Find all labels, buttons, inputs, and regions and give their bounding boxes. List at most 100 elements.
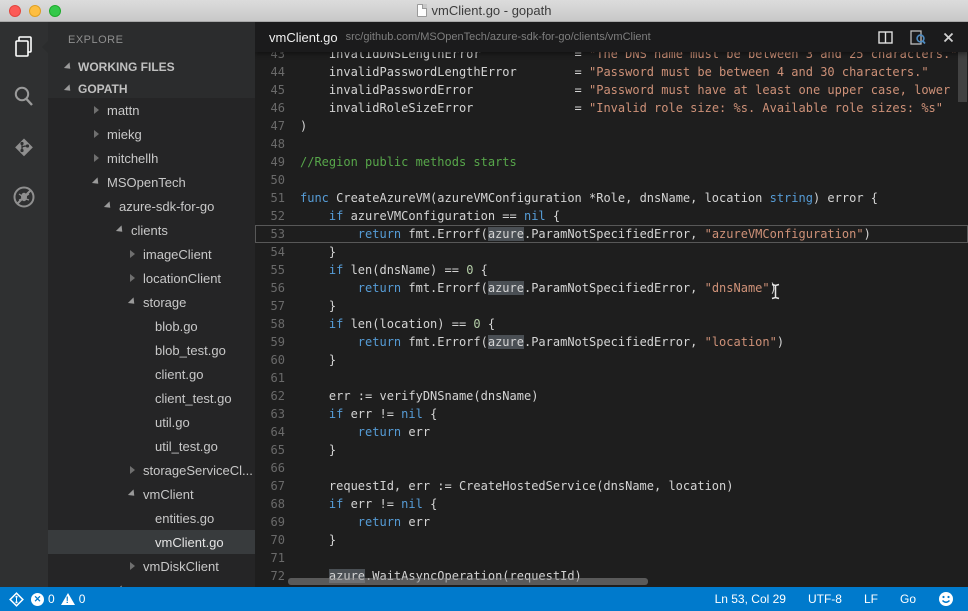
- line-number: 43: [255, 52, 285, 63]
- tree-item-vmClient.go[interactable]: vmClient.go: [48, 530, 255, 554]
- code-line[interactable]: 65 }: [255, 441, 968, 459]
- feedback-smiley-icon[interactable]: [938, 591, 954, 607]
- close-icon[interactable]: [943, 32, 954, 43]
- code-line[interactable]: 51func CreateAzureVM(azureVMConfiguratio…: [255, 189, 968, 207]
- chevron-expanded-icon[interactable]: [130, 490, 143, 498]
- tree-item-util_test.go[interactable]: util_test.go: [48, 434, 255, 458]
- chevron-collapsed-icon[interactable]: [94, 106, 107, 114]
- tree-item-mitchellh[interactable]: mitchellh: [48, 146, 255, 170]
- tree-item-client.go[interactable]: client.go: [48, 362, 255, 386]
- code-text: ): [285, 117, 968, 135]
- code-line[interactable]: 71: [255, 549, 968, 567]
- split-editor-icon[interactable]: [878, 31, 893, 44]
- activitybar-item-search[interactable]: [0, 72, 48, 122]
- eol-indicator[interactable]: LF: [864, 592, 878, 606]
- code-line[interactable]: 69 return err: [255, 513, 968, 531]
- code-line[interactable]: 63 if err != nil {: [255, 405, 968, 423]
- encoding-indicator[interactable]: UTF-8: [808, 592, 842, 606]
- code-line[interactable]: 61: [255, 369, 968, 387]
- tree-item-mattn[interactable]: mattn: [48, 98, 255, 122]
- chevron-expanded-icon[interactable]: [118, 226, 131, 234]
- tree-item-MSOpenTech[interactable]: MSOpenTech: [48, 170, 255, 194]
- line-number: 49: [255, 153, 285, 171]
- tree-item-util.go[interactable]: util.go: [48, 410, 255, 434]
- chevron-collapsed-icon[interactable]: [130, 466, 143, 474]
- code-line[interactable]: 66: [255, 459, 968, 477]
- code-area[interactable]: 43 invalidDNSLengthError = "The DNS name…: [255, 52, 968, 587]
- code-line[interactable]: 70 }: [255, 531, 968, 549]
- code-line[interactable]: 56 return fmt.Errorf(azure.ParamNotSpeci…: [255, 279, 968, 297]
- code-line[interactable]: 67 requestId, err := CreateHostedService…: [255, 477, 968, 495]
- chevron-collapsed-icon[interactable]: [130, 250, 143, 258]
- zoom-window-button[interactable]: [49, 5, 61, 17]
- tree-item-core[interactable]: core: [48, 578, 255, 587]
- code-line[interactable]: 49//Region public methods starts: [255, 153, 968, 171]
- code-line[interactable]: 43 invalidDNSLengthError = "The DNS name…: [255, 52, 968, 63]
- tree-item-blob.go[interactable]: blob.go: [48, 314, 255, 338]
- line-number: 65: [255, 441, 285, 459]
- section-gopath[interactable]: GOPATH: [48, 78, 255, 100]
- code-line[interactable]: 44 invalidPasswordLengthError = "Passwor…: [255, 63, 968, 81]
- tree-item-miekg[interactable]: miekg: [48, 122, 255, 146]
- code-line[interactable]: 54 }: [255, 243, 968, 261]
- error-count[interactable]: 0: [48, 592, 55, 606]
- activitybar-item-explorer[interactable]: [0, 22, 48, 72]
- section-working-files[interactable]: WORKING FILES: [48, 56, 255, 78]
- code-line[interactable]: 48: [255, 135, 968, 153]
- tree-item-vmDiskClient[interactable]: vmDiskClient: [48, 554, 255, 578]
- word-occurrence-highlight: azure: [488, 227, 524, 241]
- errors-icon[interactable]: ✕: [31, 593, 44, 606]
- tree-item-blob_test.go[interactable]: blob_test.go: [48, 338, 255, 362]
- code-line[interactable]: 46 invalidRoleSizeError = "Invalid role …: [255, 99, 968, 117]
- code-line[interactable]: 47): [255, 117, 968, 135]
- code-text: return err: [285, 423, 968, 441]
- close-window-button[interactable]: [9, 5, 21, 17]
- section-gopath-label: GOPATH: [78, 82, 128, 96]
- tree-item-label: MSOpenTech: [107, 175, 186, 190]
- tree-item-storageServiceCl...[interactable]: storageServiceCl...: [48, 458, 255, 482]
- twistie: [128, 297, 137, 306]
- minimize-window-button[interactable]: [29, 5, 41, 17]
- tree-item-azure-sdk-for-go[interactable]: azure-sdk-for-go: [48, 194, 255, 218]
- tree-item-entities.go[interactable]: entities.go: [48, 506, 255, 530]
- twistie: [130, 466, 135, 474]
- tree-item-client_test.go[interactable]: client_test.go: [48, 386, 255, 410]
- preview-search-icon[interactable]: [910, 30, 926, 45]
- language-mode[interactable]: Go: [900, 592, 916, 606]
- code-line[interactable]: 60 }: [255, 351, 968, 369]
- line-number: 44: [255, 63, 285, 81]
- git-status-icon[interactable]: [8, 591, 25, 608]
- activitybar-item-git[interactable]: [0, 122, 48, 172]
- chevron-collapsed-icon[interactable]: [130, 562, 143, 570]
- code-line[interactable]: 59 return fmt.Errorf(azure.ParamNotSpeci…: [255, 333, 968, 351]
- chevron-expanded-icon[interactable]: [130, 298, 143, 306]
- tree-item-imageClient[interactable]: imageClient: [48, 242, 255, 266]
- cursor-position[interactable]: Ln 53, Col 29: [715, 592, 786, 606]
- code-line[interactable]: 62 err := verifyDNSname(dnsName): [255, 387, 968, 405]
- tree-item-clients[interactable]: clients: [48, 218, 255, 242]
- warning-count[interactable]: 0: [79, 592, 86, 606]
- horizontal-scrollbar[interactable]: [288, 578, 648, 585]
- code-line[interactable]: 58 if len(location) == 0 {: [255, 315, 968, 333]
- activitybar-item-debug[interactable]: [0, 172, 48, 222]
- code-line[interactable]: 45 invalidPasswordError = "Password must…: [255, 81, 968, 99]
- tab-filename[interactable]: vmClient.go: [269, 30, 338, 45]
- chevron-collapsed-icon[interactable]: [94, 154, 107, 162]
- code-line[interactable]: 55 if len(dnsName) == 0 {: [255, 261, 968, 279]
- no-bug-icon: [11, 184, 37, 210]
- chevron-collapsed-icon[interactable]: [130, 274, 143, 282]
- code-line-current[interactable]: 53 return fmt.Errorf(azure.ParamNotSpeci…: [255, 225, 968, 243]
- line-number: 64: [255, 423, 285, 441]
- code-line[interactable]: 64 return err: [255, 423, 968, 441]
- code-line[interactable]: 50: [255, 171, 968, 189]
- chevron-expanded-icon[interactable]: [94, 178, 107, 186]
- chevron-collapsed-icon[interactable]: [94, 130, 107, 138]
- chevron-expanded-icon[interactable]: [106, 202, 119, 210]
- tree-item-locationClient[interactable]: locationClient: [48, 266, 255, 290]
- tree-item-storage[interactable]: storage: [48, 290, 255, 314]
- code-line[interactable]: 68 if err != nil {: [255, 495, 968, 513]
- code-line[interactable]: 57 }: [255, 297, 968, 315]
- warnings-icon[interactable]: [61, 593, 75, 605]
- code-line[interactable]: 52 if azureVMConfiguration == nil {: [255, 207, 968, 225]
- tree-item-vmClient[interactable]: vmClient: [48, 482, 255, 506]
